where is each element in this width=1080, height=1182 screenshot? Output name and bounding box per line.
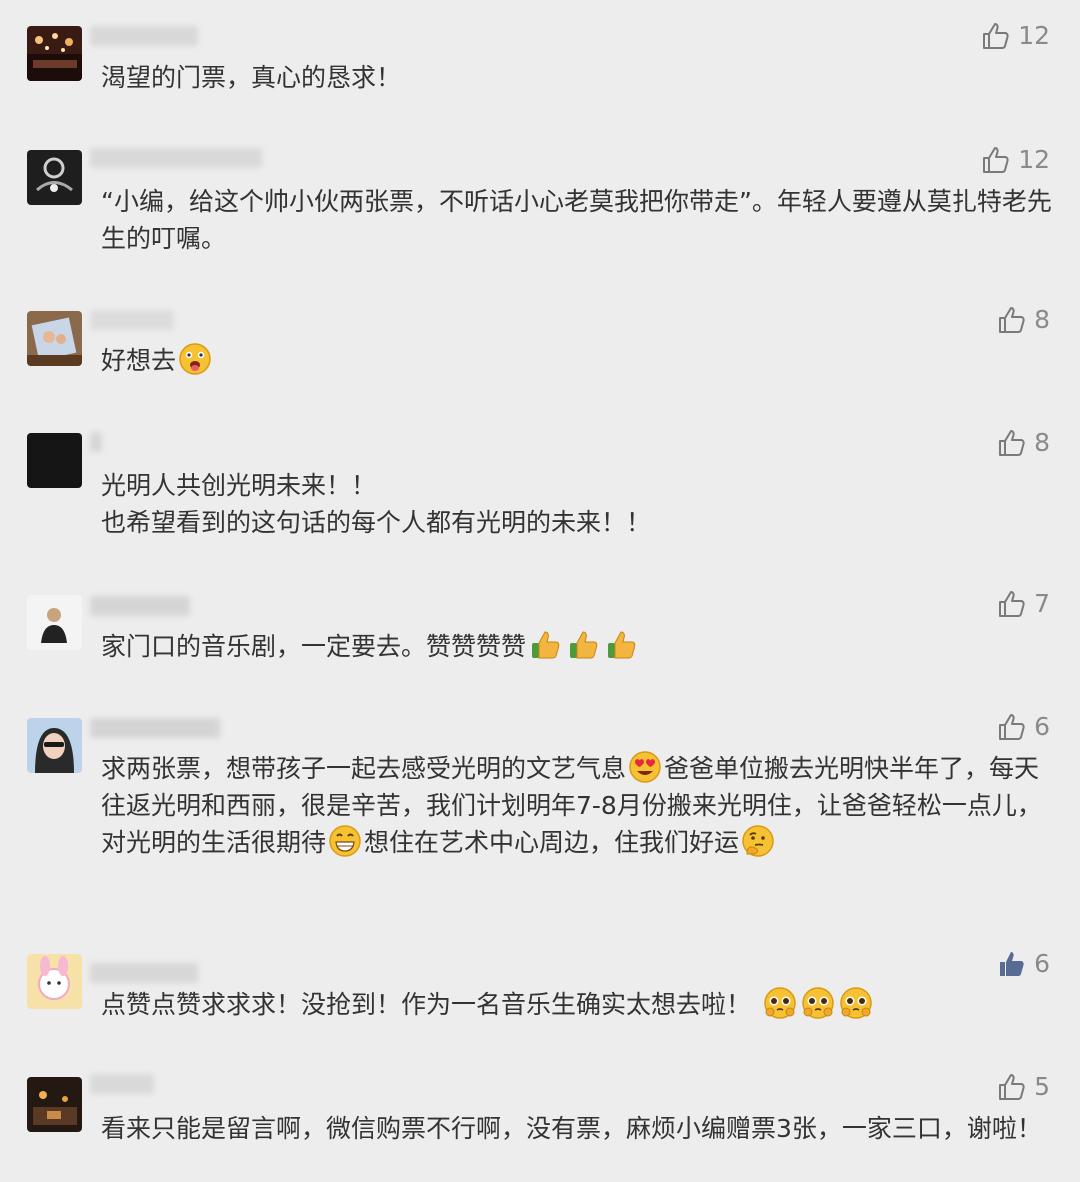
like-button[interactable]: 12 — [980, 144, 1050, 176]
comment-text: 点赞点赞求求求！没抢到！作为一名音乐生确实太想去啦！ — [101, 986, 1053, 1023]
avatar[interactable] — [27, 311, 82, 366]
tongue-emoji-icon — [178, 342, 212, 376]
comment-text: 好想去 — [101, 342, 1053, 379]
thumbs-up-icon — [983, 147, 1009, 173]
comment-text-body: 家门口的音乐剧，一定要去。赞赞赞赞 — [101, 632, 527, 661]
like-button[interactable]: 8 — [996, 427, 1050, 459]
comment-text-part: 想住在艺术中心周边，住我们好运 — [364, 828, 740, 857]
avatar[interactable] — [27, 595, 82, 650]
avatar[interactable] — [27, 1077, 82, 1132]
comment-text-body: 好想去 — [101, 346, 177, 375]
thumbs-up-filled-icon — [1000, 952, 1024, 976]
thumbs-up-icon — [999, 307, 1025, 333]
like-count: 5 — [1034, 1072, 1050, 1101]
pleading-emoji-icon — [801, 986, 835, 1020]
avatar[interactable] — [27, 954, 82, 1009]
like-count: 8 — [1034, 305, 1050, 334]
username-redacted — [90, 718, 220, 738]
avatar[interactable] — [27, 26, 82, 81]
like-count: 12 — [1018, 145, 1050, 174]
avatar[interactable] — [27, 150, 82, 205]
avatar[interactable] — [27, 718, 82, 773]
like-button[interactable]: 7 — [996, 588, 1050, 620]
thinking-emoji-icon — [741, 824, 775, 858]
thumbs-up-emoji-icon — [604, 628, 638, 662]
thumbs-up-icon — [999, 430, 1025, 456]
comment-text: 渴望的门票，真心的恳求！ — [101, 63, 402, 92]
comment-text: 家门口的音乐剧，一定要去。赞赞赞赞 — [101, 628, 1053, 665]
thumbs-up-icon — [999, 714, 1025, 740]
username-redacted — [90, 596, 190, 616]
comment-text-body: 点赞点赞求求求！没抢到！作为一名音乐生确实太想去啦！ — [101, 990, 752, 1019]
comment-text-part: 求两张票，想带孩子一起去感受光明的文艺气息 — [101, 754, 627, 783]
like-count: 12 — [1018, 21, 1050, 50]
thumbs-up-icon — [999, 1074, 1025, 1100]
comment-list: 12 渴望的门票，真心的恳求！ 12 “小编，给这个帅小伙两张票，不听话小心老莫… — [0, 0, 1080, 1182]
pleading-emoji-icon — [839, 986, 873, 1020]
like-button[interactable]: 6 — [996, 948, 1050, 980]
heart-eyes-emoji-icon — [628, 750, 662, 784]
like-button[interactable]: 5 — [996, 1071, 1050, 1103]
username-redacted — [90, 1074, 154, 1094]
username-redacted — [90, 26, 198, 46]
pleading-emoji-icon — [763, 986, 797, 1020]
username-redacted — [90, 963, 198, 983]
like-count: 7 — [1034, 589, 1050, 618]
like-count: 6 — [1034, 949, 1050, 978]
like-count: 8 — [1034, 428, 1050, 457]
like-count: 6 — [1034, 712, 1050, 741]
like-button[interactable]: 6 — [996, 711, 1050, 743]
thumbs-up-emoji-icon — [566, 628, 600, 662]
username-redacted — [90, 432, 102, 452]
comment-text: 看来只能是留言啊，微信购票不行啊，没有票，麻烦小编赠票3张，一家三口，谢啦！ — [101, 1114, 1042, 1143]
like-button[interactable]: 12 — [980, 20, 1050, 52]
comment-text: “小编，给这个帅小伙两张票，不听话小心老莫我把你带走”。年轻人要遵从莫扎特老先生… — [101, 187, 1052, 253]
grinning-emoji-icon — [328, 824, 362, 858]
username-redacted — [90, 310, 174, 330]
avatar[interactable] — [27, 433, 82, 488]
like-button[interactable]: 8 — [996, 304, 1050, 336]
username-redacted — [90, 148, 262, 168]
thumbs-up-emoji-icon — [528, 628, 562, 662]
thumbs-up-icon — [983, 23, 1009, 49]
thumbs-up-icon — [999, 591, 1025, 617]
comment-text: 求两张票，想带孩子一起去感受光明的文艺气息 爸爸单位搬去光明快半年了，每天往返光明… — [101, 750, 1053, 861]
comment-text: 光明人共创光明未来！！ 也希望看到的这句话的每个人都有光明的未来！！ — [101, 471, 652, 537]
